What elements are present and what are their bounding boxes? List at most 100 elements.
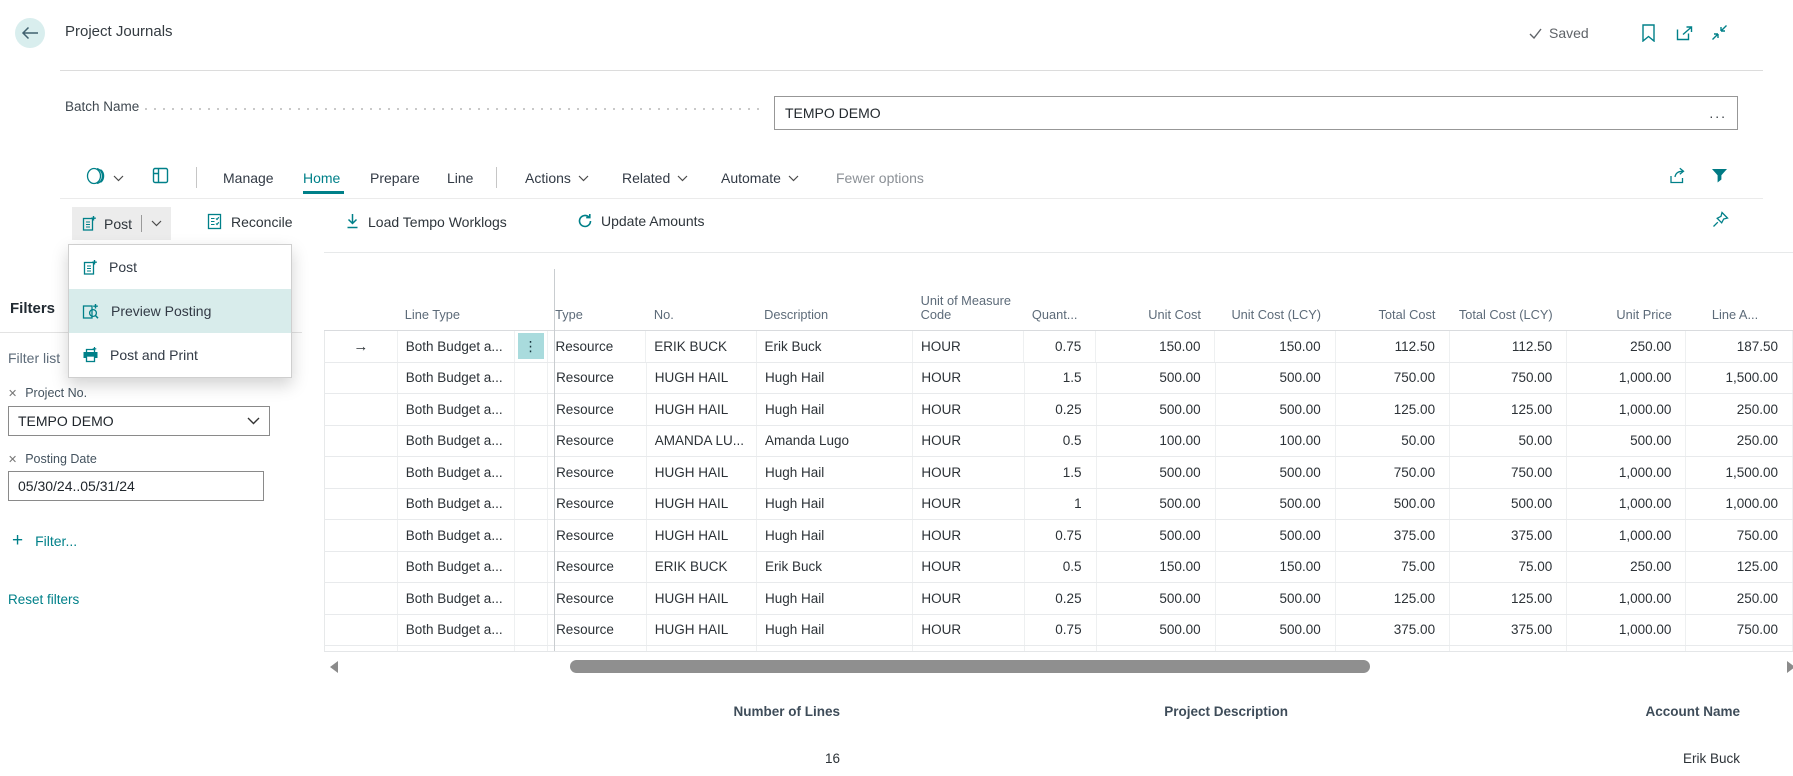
cell-total_cost_lcy[interactable]: 750.00 — [1450, 457, 1567, 488]
tab-home[interactable]: Home — [303, 170, 340, 186]
fewer-options-button[interactable]: Fewer options — [836, 170, 924, 186]
cell-dots[interactable] — [515, 552, 548, 583]
cell-no[interactable]: AMANDA LU... — [647, 426, 757, 457]
cell-total_cost[interactable]: 125.00 — [1336, 394, 1450, 425]
board-layout-icon[interactable] — [152, 167, 169, 184]
cell-unit_cost[interactable]: 150.00 — [1097, 552, 1216, 583]
cell-uom[interactable]: HOUR — [913, 457, 1024, 488]
column-header-description[interactable]: Description — [756, 253, 912, 330]
cell-type[interactable]: Resource — [548, 426, 647, 457]
cell-type[interactable]: Resource — [548, 489, 647, 520]
column-header-total_cost[interactable]: Total Cost — [1335, 253, 1449, 330]
cell-quantity[interactable]: 0.75 — [1025, 520, 1097, 551]
cell-dots[interactable] — [515, 394, 548, 425]
row-options-icon[interactable]: ⋮ — [518, 333, 544, 359]
column-header-line_amount[interactable]: Line A... — [1686, 253, 1793, 330]
cell-unit_price[interactable]: 1,000.00 — [1567, 615, 1686, 646]
cell-total_cost[interactable]: 750.00 — [1336, 457, 1450, 488]
load-tempo-worklogs-button[interactable]: Load Tempo Worklogs — [345, 213, 507, 230]
chevron-down-icon[interactable] — [113, 175, 124, 182]
cell-unit_cost[interactable]: 500.00 — [1097, 457, 1216, 488]
cell-uom[interactable]: HOUR — [913, 520, 1024, 551]
update-amounts-button[interactable]: Update Amounts — [577, 213, 705, 229]
cell-description[interactable]: Hugh Hail — [757, 520, 913, 551]
cell-line_amount[interactable]: 250.00 — [1686, 583, 1793, 614]
cell-line_amount[interactable]: 1,000.00 — [1686, 489, 1793, 520]
cell-no[interactable]: HUGH HAIL — [647, 363, 757, 394]
add-filter-button[interactable]: + Filter... — [12, 533, 77, 549]
cell-type[interactable]: Resource — [548, 394, 647, 425]
cell-description[interactable]: Hugh Hail — [757, 489, 913, 520]
cell-unit_cost[interactable]: 500.00 — [1097, 394, 1216, 425]
cell-total_cost_lcy[interactable]: 75.00 — [1450, 552, 1567, 583]
journal-batches-icon[interactable] — [86, 167, 109, 185]
menu-related[interactable]: Related — [622, 170, 688, 186]
cell-type[interactable]: Resource — [548, 583, 647, 614]
share-icon[interactable] — [1669, 167, 1688, 184]
cell-unit_cost[interactable]: 500.00 — [1097, 520, 1216, 551]
cell-total_cost[interactable]: 112.50 — [1336, 331, 1450, 362]
cell-line_type[interactable]: Both Budget a... — [398, 331, 515, 362]
cell-type[interactable]: Resource — [548, 457, 647, 488]
cell-total_cost[interactable]: 50.00 — [1336, 426, 1450, 457]
cell-dots[interactable] — [515, 426, 548, 457]
column-header-no[interactable]: No. — [646, 253, 756, 330]
cell-line_type[interactable]: Both Budget a... — [398, 583, 515, 614]
cell-unit_price[interactable]: 1,000.00 — [1567, 489, 1686, 520]
cell-quantity[interactable]: 0.5 — [1025, 426, 1097, 457]
cell-dots[interactable] — [515, 583, 548, 614]
cell-unit_price[interactable]: 250.00 — [1567, 331, 1686, 362]
cell-unit_cost_lcy[interactable]: 500.00 — [1216, 520, 1336, 551]
column-header-uom[interactable]: Unit of Measure Code — [913, 253, 1024, 330]
cell-dots[interactable] — [515, 615, 548, 646]
cell-unit_cost_lcy[interactable]: 100.00 — [1216, 426, 1336, 457]
cell-unit_cost[interactable]: 500.00 — [1097, 615, 1216, 646]
cell-uom[interactable]: HOUR — [913, 363, 1024, 394]
cell-line_amount[interactable]: 750.00 — [1686, 520, 1793, 551]
remove-filter-icon[interactable]: ✕ — [8, 387, 17, 400]
cell-description[interactable]: Hugh Hail — [757, 394, 913, 425]
cell-unit_cost[interactable]: 100.00 — [1097, 426, 1216, 457]
cell-dots[interactable] — [515, 457, 548, 488]
cell-type[interactable]: Resource — [548, 552, 647, 583]
post-split-button[interactable]: Post — [72, 207, 171, 240]
cell-total_cost[interactable]: 375.00 — [1336, 615, 1450, 646]
cell-description[interactable]: Amanda Lugo — [757, 426, 913, 457]
cell-no[interactable]: HUGH HAIL — [647, 615, 757, 646]
column-header-unit_cost_lcy[interactable]: Unit Cost (LCY) — [1215, 253, 1335, 330]
cell-dots[interactable]: ⋮ — [515, 331, 548, 362]
cell-quantity[interactable]: 0.25 — [1025, 583, 1097, 614]
cell-line_type[interactable]: Both Budget a... — [398, 394, 515, 425]
cell-unit_price[interactable]: 1,000.00 — [1567, 583, 1686, 614]
cell-no[interactable]: HUGH HAIL — [647, 457, 757, 488]
cell-no[interactable]: HUGH HAIL — [647, 520, 757, 551]
cell-line_type[interactable]: Both Budget a... — [398, 615, 515, 646]
tab-prepare[interactable]: Prepare — [370, 170, 420, 186]
cell-uom[interactable]: HOUR — [913, 583, 1024, 614]
cell-uom[interactable]: HOUR — [913, 552, 1024, 583]
cell-description[interactable]: Hugh Hail — [757, 363, 913, 394]
batch-name-input[interactable]: TEMPO DEMO ... — [774, 96, 1738, 130]
cell-unit_cost[interactable]: 500.00 — [1097, 489, 1216, 520]
cell-uom[interactable]: HOUR — [913, 489, 1024, 520]
cell-unit_cost_lcy[interactable]: 500.00 — [1216, 615, 1336, 646]
cell-unit_cost[interactable]: 500.00 — [1097, 583, 1216, 614]
cell-description[interactable]: Hugh Hail — [757, 457, 913, 488]
cell-quantity[interactable]: 1.5 — [1025, 457, 1097, 488]
cell-total_cost_lcy[interactable]: 125.00 — [1450, 394, 1567, 425]
cell-line_type[interactable]: Both Budget a... — [398, 552, 515, 583]
horizontal-scrollbar-thumb[interactable] — [570, 660, 1370, 673]
assist-edit-button[interactable]: ... — [1709, 105, 1727, 121]
cell-dots[interactable] — [515, 489, 548, 520]
cell-unit_cost_lcy[interactable]: 150.00 — [1215, 331, 1335, 362]
cell-line_type[interactable]: Both Budget a... — [398, 489, 515, 520]
cell-description[interactable]: Hugh Hail — [757, 615, 913, 646]
column-header-unit_cost[interactable]: Unit Cost — [1096, 253, 1215, 330]
cell-dots[interactable] — [515, 363, 548, 394]
cell-quantity[interactable]: 0.25 — [1025, 394, 1097, 425]
bookmark-icon[interactable] — [1641, 24, 1656, 42]
open-in-window-icon[interactable] — [1676, 26, 1693, 41]
cell-total_cost_lcy[interactable]: 375.00 — [1450, 520, 1567, 551]
cell-unit_cost_lcy[interactable]: 500.00 — [1216, 363, 1336, 394]
cell-total_cost[interactable]: 75.00 — [1336, 552, 1450, 583]
